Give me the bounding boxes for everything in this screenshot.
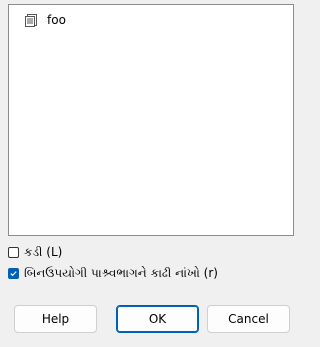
checkmark-icon [10,270,17,276]
cancel-button[interactable]: Cancel [207,305,290,333]
document-icon [25,14,37,27]
link-option[interactable]: કડી (L) [8,244,62,260]
ok-button[interactable]: OK [116,305,199,333]
remove-unused-background-option[interactable]: બિનઉપયોગી પાશ્ર્વભાગને કાઢી નાંખો (r) [8,265,218,281]
tree-item-foo[interactable]: foo [25,11,66,29]
remove-unused-background-checkbox[interactable] [8,267,19,279]
help-button[interactable]: Help [14,305,97,333]
tree-item-label: foo [47,13,66,27]
link-checkbox-label[interactable]: કડી (L) [24,244,62,260]
remove-unused-background-label[interactable]: બિનઉપયોગી પાશ્ર્વભાગને કાઢી નાંખો (r) [24,265,218,281]
file-tree[interactable]: foo [8,4,294,236]
link-checkbox[interactable] [8,246,19,258]
